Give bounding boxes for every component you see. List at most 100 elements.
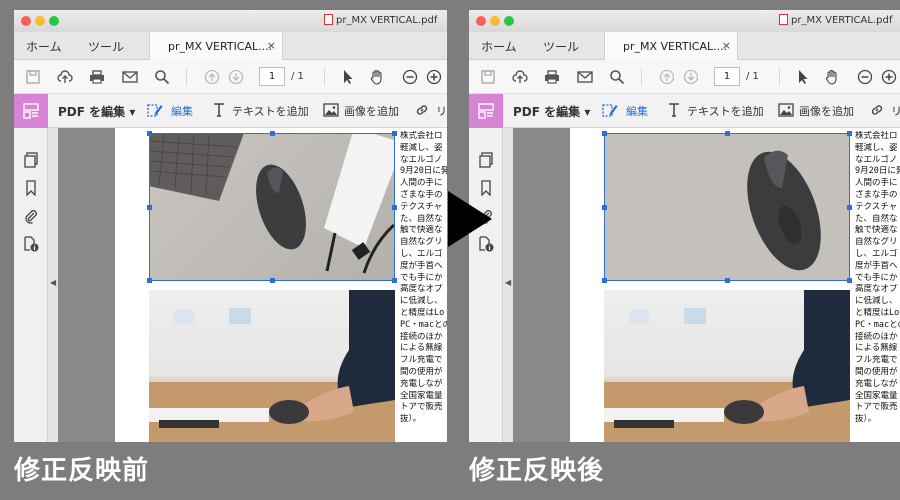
zoom-out-icon[interactable] (857, 69, 873, 85)
zoom-out-icon[interactable] (402, 69, 418, 85)
minimize-window-button[interactable] (35, 16, 45, 26)
tab-tools[interactable]: ツール (543, 38, 579, 55)
edit-tool-label[interactable]: 編集 (626, 103, 648, 119)
page-down-icon[interactable] (683, 69, 699, 85)
upload-cloud-icon[interactable] (57, 69, 73, 85)
search-icon[interactable] (609, 69, 625, 85)
panel-toggle[interactable]: ◀ (48, 128, 58, 442)
text-line: し、エルゴ (855, 248, 898, 259)
document-canvas[interactable]: 株式会社ロ 軽減し、姿 なエルゴノ 9月20日に発 人間の手に ざまな手の テク… (58, 128, 447, 442)
text-line: に低減し、 (855, 296, 898, 307)
zoom-window-button[interactable] (504, 16, 514, 26)
left-rail (14, 128, 48, 442)
edit-pdf-mode-icon[interactable] (14, 94, 48, 128)
tab-tools[interactable]: ツール (88, 38, 124, 55)
text-tool-icon[interactable] (211, 102, 227, 118)
tab-document[interactable]: pr_MX VERTICAL.... × (604, 32, 738, 60)
bookmark-icon[interactable] (23, 180, 39, 196)
text-line: 9月20日に発 (855, 166, 900, 177)
text-line: 間の使用が (400, 366, 443, 377)
window-before: pr_MX VERTICAL.pdf ホーム ツール pr_MX VERTICA… (14, 10, 447, 442)
text-line: でも手にか (400, 272, 443, 283)
page-up-icon[interactable] (204, 69, 220, 85)
document-canvas[interactable]: 株式会社ロ 軽減し、姿 なエルゴノ 9月20日に発 人間の手に ざまな手の テク… (513, 128, 900, 442)
link-label[interactable]: リ (436, 103, 447, 119)
text-line: フル充電で (400, 355, 443, 366)
text-line: と精度はLo (400, 307, 445, 318)
add-image-label[interactable]: 画像を追加 (799, 103, 854, 119)
add-text-label[interactable]: テキストを追加 (687, 103, 764, 119)
pages-icon[interactable] (23, 152, 39, 168)
edit-tool-label[interactable]: 編集 (171, 103, 193, 119)
minimize-window-button[interactable] (490, 16, 500, 26)
link-icon[interactable] (869, 102, 885, 118)
mouse-on-desk-photo[interactable] (149, 133, 395, 281)
tab-document[interactable]: pr_MX VERTICAL.... × (149, 32, 283, 60)
page-down-icon[interactable] (228, 69, 244, 85)
link-label[interactable]: リ (891, 103, 900, 119)
link-icon[interactable] (414, 102, 430, 118)
page-number-input[interactable]: 1 (259, 67, 285, 86)
edit-pdf-menu[interactable]: PDF を編集 ▾ (513, 103, 590, 120)
document-info-icon[interactable] (23, 236, 39, 252)
mail-icon[interactable] (122, 69, 138, 85)
caption-before: 修正反映前 (14, 456, 150, 486)
attachment-icon[interactable] (23, 208, 39, 224)
article-text-column[interactable]: 株式会社ロ 軽減し、姿 なエルゴノ 9月20日に発 人間の手に ざまな手の テク… (855, 131, 900, 426)
close-window-button[interactable] (476, 16, 486, 26)
hand-tool-icon[interactable] (369, 69, 385, 85)
collapse-arrow-icon: ◀ (505, 278, 512, 287)
mail-icon[interactable] (577, 69, 593, 85)
page-total: / 1 (746, 71, 759, 82)
text-line: でも手にか (855, 272, 898, 283)
edit-pencil-icon[interactable] (147, 102, 163, 118)
text-line: ざまな手の (855, 189, 898, 200)
tab-home[interactable]: ホーム (26, 38, 62, 55)
text-line: 充電しなが (400, 378, 443, 389)
panel-toggle[interactable]: ◀ (503, 128, 513, 442)
text-line: トアで販売 (855, 402, 898, 413)
page-up-icon[interactable] (659, 69, 675, 85)
zoom-in-icon[interactable] (426, 69, 442, 85)
close-window-button[interactable] (21, 16, 31, 26)
image-tool-icon[interactable] (778, 102, 794, 118)
text-line: 人間の手に (400, 178, 443, 189)
text-line: 間の使用が (855, 366, 898, 377)
zoom-in-icon[interactable] (881, 69, 897, 85)
image-tool-icon[interactable] (323, 102, 339, 118)
select-cursor-icon[interactable] (795, 69, 811, 85)
hand-using-mouse-photo[interactable] (604, 290, 850, 442)
toolbar-divider (324, 68, 325, 86)
search-icon[interactable] (154, 69, 170, 85)
text-line: による無線 (855, 343, 898, 354)
save-icon[interactable] (25, 69, 41, 85)
text-tool-icon[interactable] (666, 102, 682, 118)
text-line: 株式会社ロ (400, 131, 443, 141)
tab-home[interactable]: ホーム (481, 38, 517, 55)
add-image-label[interactable]: 画像を追加 (344, 103, 399, 119)
zoom-window-button[interactable] (49, 16, 59, 26)
print-icon[interactable] (89, 69, 105, 85)
pages-icon[interactable] (478, 152, 494, 168)
select-cursor-icon[interactable] (340, 69, 356, 85)
print-icon[interactable] (544, 69, 560, 85)
text-line: 触で快適な (400, 225, 443, 236)
upload-cloud-icon[interactable] (512, 69, 528, 85)
page-number-input[interactable]: 1 (714, 67, 740, 86)
edit-pencil-icon[interactable] (602, 102, 618, 118)
text-line: 度が手首へ (400, 260, 443, 271)
close-tab-button[interactable]: × (267, 39, 276, 52)
mouse-cropped-photo[interactable] (604, 133, 850, 281)
edit-pdf-menu[interactable]: PDF を編集 ▾ (58, 103, 135, 120)
save-icon[interactable] (480, 69, 496, 85)
article-text-column[interactable]: 株式会社ロ 軽減し、姿 なエルゴノ 9月20日に発 人間の手に ざまな手の テク… (400, 131, 447, 426)
text-line: 抜）。 (855, 414, 877, 425)
edit-pdf-mode-icon[interactable] (469, 94, 503, 128)
hand-using-mouse-photo[interactable] (149, 290, 395, 442)
text-line: ざまな手の (400, 189, 443, 200)
close-tab-button[interactable]: × (722, 39, 731, 52)
text-line: 充電しなが (855, 378, 898, 389)
text-line: 接続のほか (855, 331, 898, 342)
hand-tool-icon[interactable] (824, 69, 840, 85)
add-text-label[interactable]: テキストを追加 (232, 103, 309, 119)
